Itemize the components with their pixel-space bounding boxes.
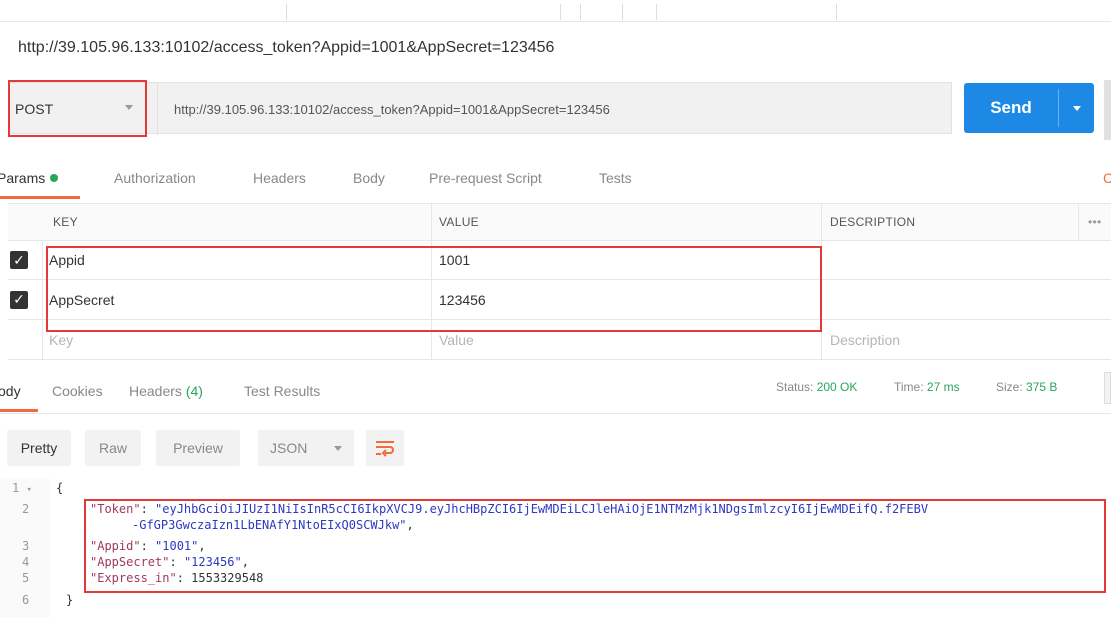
tab-separator bbox=[836, 4, 837, 20]
line-number: 1 ▾ bbox=[12, 481, 32, 495]
tab-cookies[interactable]: Cookies bbox=[52, 383, 103, 399]
active-params-dot-icon bbox=[50, 174, 59, 182]
time-value: 27 ms bbox=[926, 380, 960, 394]
tab-params[interactable]: Params bbox=[0, 170, 59, 186]
wrap-lines-button[interactable] bbox=[366, 430, 404, 466]
cookies-link[interactable]: C bbox=[1103, 170, 1111, 186]
tab-tests[interactable]: Tests bbox=[599, 170, 632, 186]
size-value: 375 B bbox=[1026, 380, 1058, 394]
checkbox-checked-icon[interactable]: ✓ bbox=[10, 290, 28, 309]
save-button-edge[interactable] bbox=[1104, 80, 1111, 140]
size-readout: Size: 375 B bbox=[996, 380, 1058, 394]
active-tab-underline bbox=[0, 196, 80, 199]
active-tab-underline bbox=[0, 409, 38, 412]
request-name-title: http://39.105.96.133:10102/access_token?… bbox=[18, 39, 555, 56]
column-separator bbox=[42, 320, 43, 359]
save-response-button[interactable] bbox=[1104, 372, 1111, 404]
tab-response-headers[interactable]: Headers (4) bbox=[129, 383, 203, 399]
preview-button[interactable]: Preview bbox=[156, 430, 240, 466]
tab-test-results[interactable]: Test Results bbox=[244, 383, 320, 399]
format-value: JSON bbox=[270, 440, 308, 456]
json-highlight-box bbox=[84, 499, 1106, 593]
tab-pre-request-script[interactable]: Pre-request Script bbox=[429, 170, 542, 186]
method-highlight-box bbox=[8, 80, 147, 137]
line-number: 3 bbox=[22, 539, 30, 553]
send-button-label: Send bbox=[990, 98, 1032, 117]
headers-count: (4) bbox=[185, 383, 203, 399]
request-tabs: Params Authorization Headers Body Pre-re… bbox=[0, 164, 1111, 194]
raw-button[interactable]: Raw bbox=[85, 430, 141, 466]
tab-separator bbox=[580, 4, 581, 20]
line-number: 5 bbox=[22, 571, 30, 585]
wrap-lines-icon bbox=[376, 441, 394, 457]
column-separator bbox=[821, 204, 822, 240]
column-header-description: DESCRIPTION bbox=[830, 215, 916, 229]
tab-separator bbox=[560, 4, 561, 20]
divider bbox=[157, 83, 158, 135]
tab-authorization[interactable]: Authorization bbox=[114, 170, 196, 186]
tab-separator bbox=[656, 4, 657, 20]
line-gutter: 1 ▾ 2 3 4 5 6 bbox=[0, 478, 50, 617]
format-select[interactable]: JSON bbox=[258, 430, 354, 466]
column-separator bbox=[42, 280, 43, 319]
status-readout: Status: 200 OK bbox=[776, 380, 858, 394]
divider bbox=[1058, 89, 1059, 127]
tab-headers[interactable]: Headers bbox=[253, 170, 306, 186]
checkbox-checked-icon[interactable]: ✓ bbox=[10, 251, 28, 269]
column-header-value: VALUE bbox=[439, 215, 479, 229]
request-bar: POST http://39.105.96.133:10102/access_t… bbox=[8, 82, 952, 135]
column-header-key: KEY bbox=[53, 215, 78, 229]
tab-response-body[interactable]: ody bbox=[0, 383, 21, 399]
line-number: 6 bbox=[22, 593, 30, 607]
line-number: 2 bbox=[22, 502, 30, 516]
more-options-icon[interactable]: ••• bbox=[1088, 204, 1102, 240]
status-value: 200 OK bbox=[816, 380, 858, 394]
url-input[interactable]: http://39.105.96.133:10102/access_token?… bbox=[174, 83, 610, 135]
tab-separator bbox=[286, 4, 287, 20]
code-line: { bbox=[56, 481, 64, 495]
tab-body[interactable]: Body bbox=[353, 170, 385, 186]
params-highlight-box bbox=[46, 246, 822, 332]
line-number: 4 bbox=[22, 555, 30, 569]
new-description-input[interactable]: Description bbox=[830, 320, 900, 359]
table-header-row: KEY VALUE DESCRIPTION ••• bbox=[8, 203, 1111, 241]
tab-separator bbox=[622, 4, 623, 20]
chevron-down-icon bbox=[334, 446, 342, 451]
code-line: } bbox=[66, 593, 74, 607]
column-separator bbox=[42, 241, 43, 279]
time-readout: Time: 27 ms bbox=[894, 380, 960, 394]
column-separator bbox=[1078, 204, 1079, 240]
response-view-bar: Pretty Raw Preview JSON bbox=[0, 424, 1111, 470]
pretty-button[interactable]: Pretty bbox=[7, 430, 71, 466]
column-separator bbox=[431, 204, 432, 240]
send-button[interactable]: Send bbox=[964, 83, 1094, 133]
top-tab-strip bbox=[0, 0, 1111, 22]
chevron-down-icon[interactable] bbox=[1073, 106, 1081, 111]
fold-chevron-icon[interactable]: ▾ bbox=[26, 485, 31, 495]
